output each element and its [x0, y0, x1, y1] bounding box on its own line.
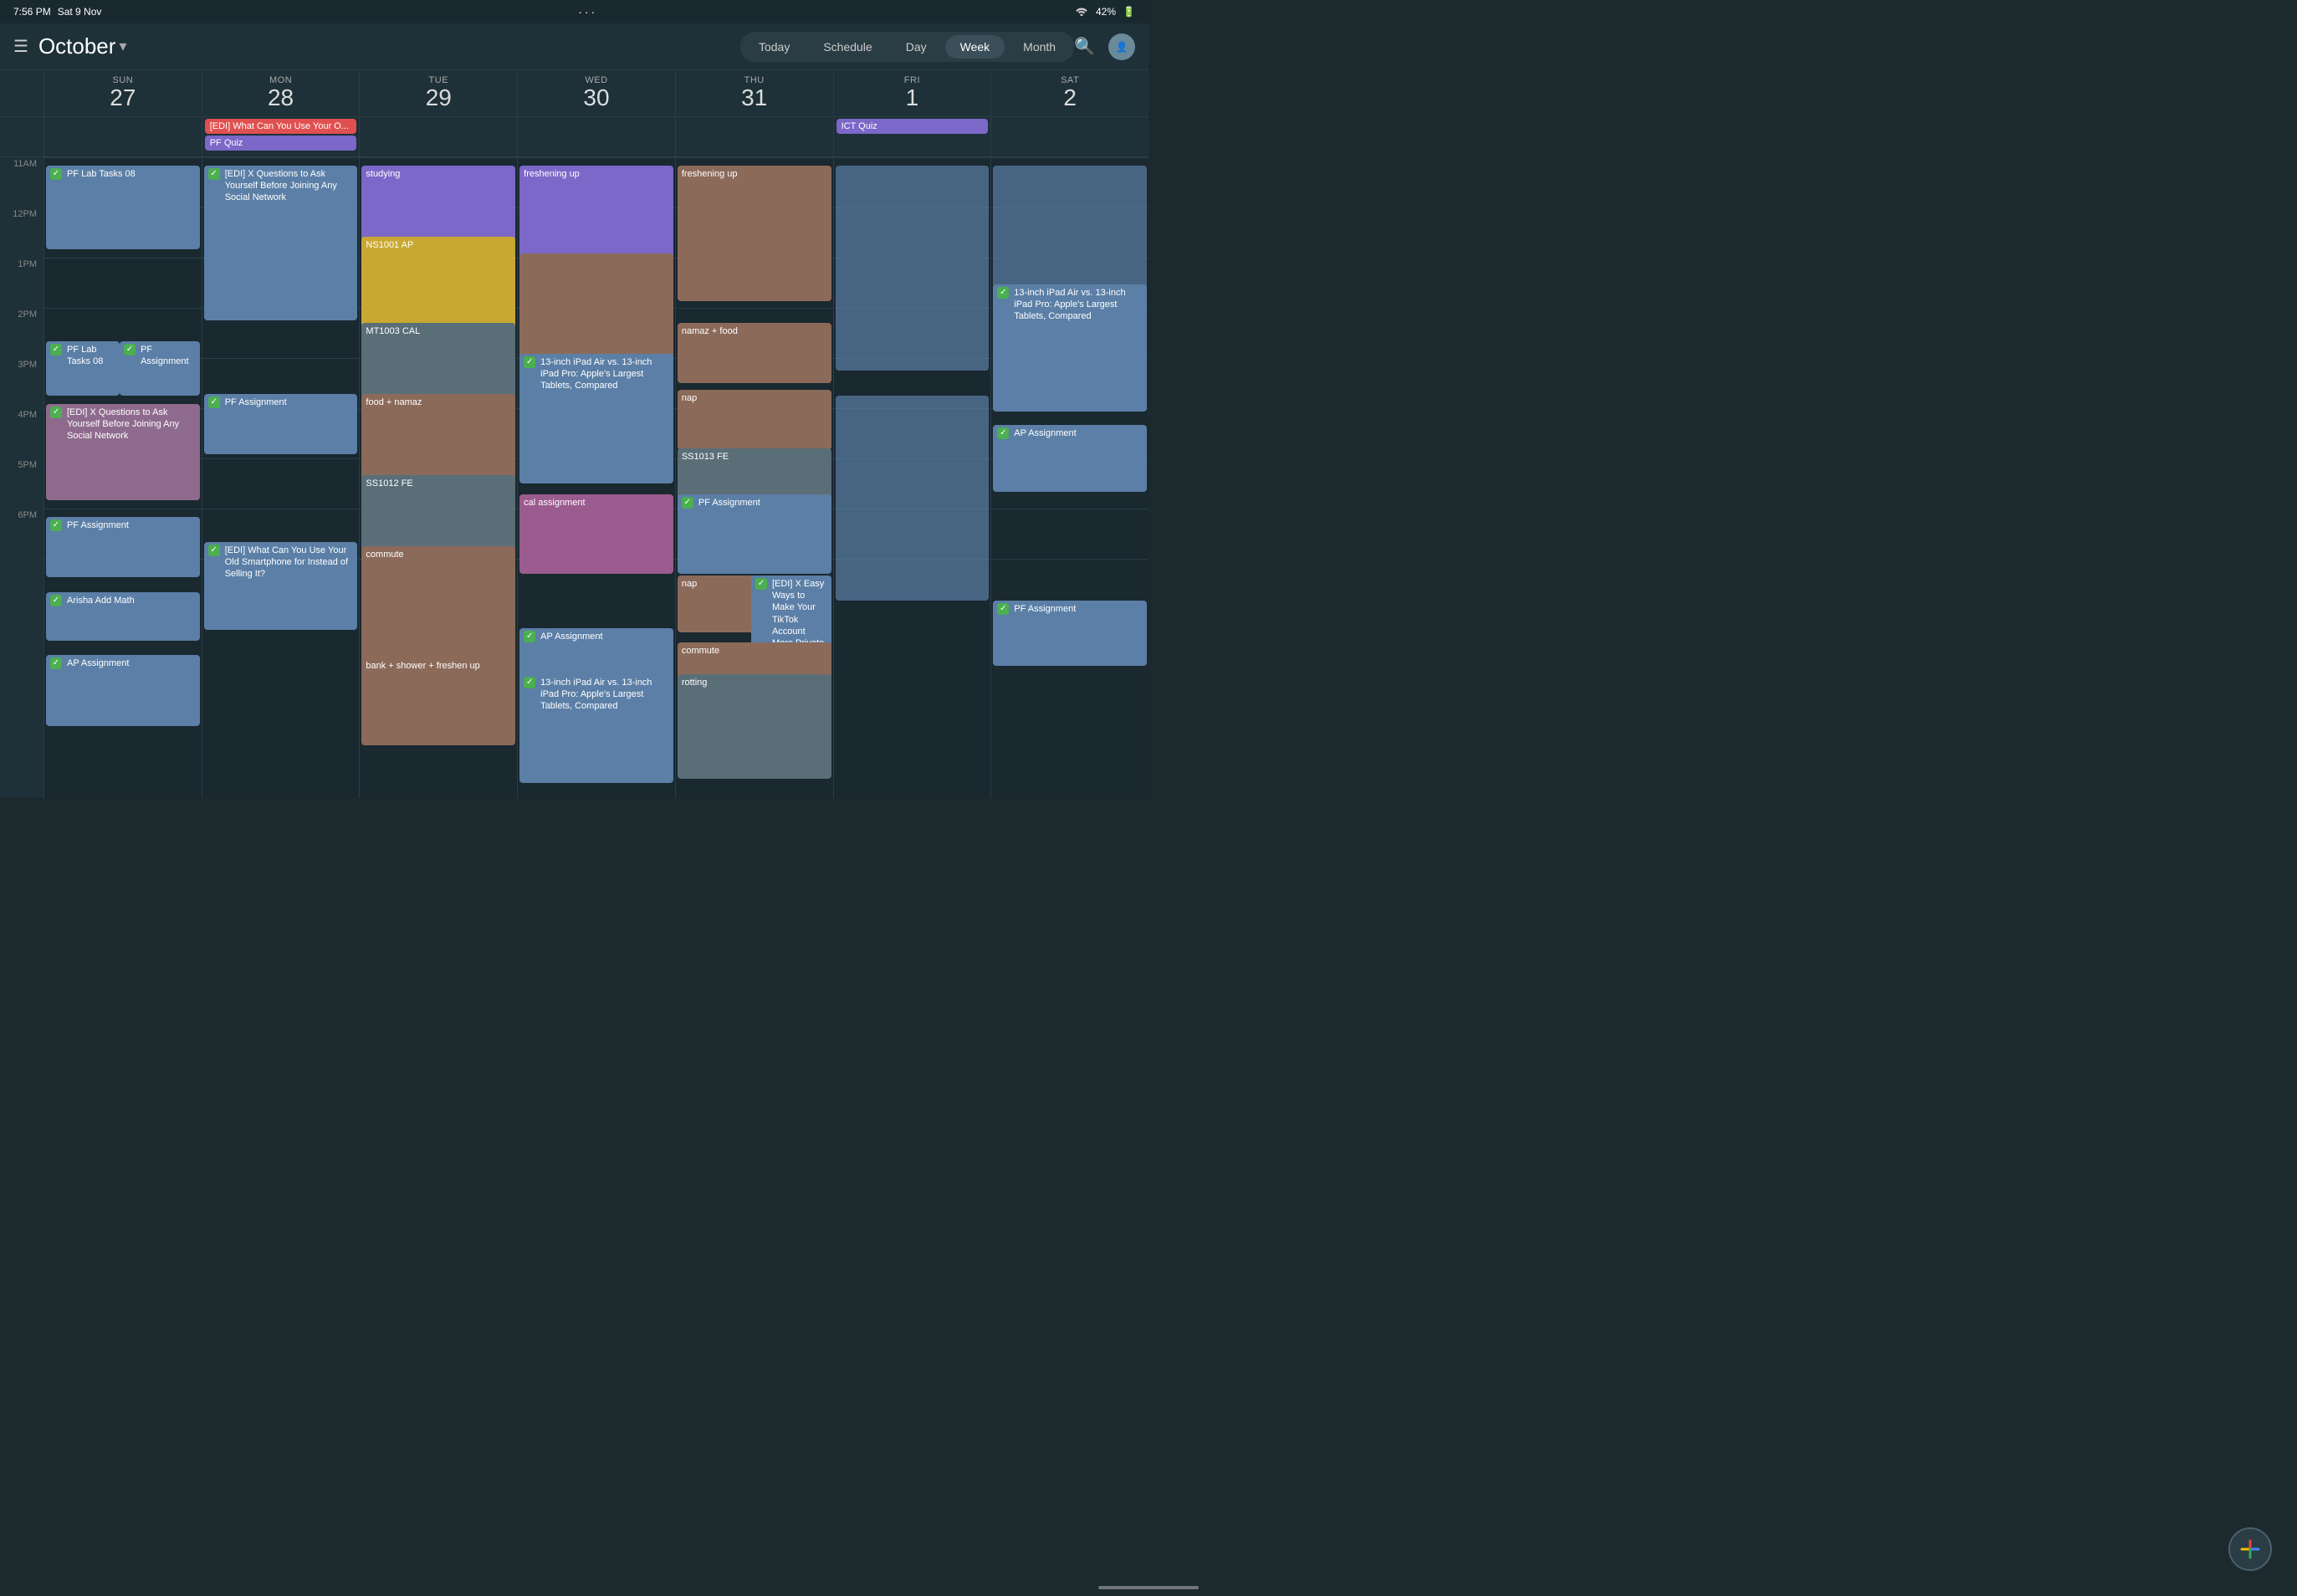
allday-mon: [EDI] What Can You Use Your O... PF Quiz — [202, 117, 360, 156]
event-mon-edi-what[interactable]: ✓[EDI] What Can You Use Your Old Smartph… — [204, 542, 358, 630]
allday-sun — [43, 117, 202, 156]
event-sun-pf-assignment-2[interactable]: ✓PF Assignment — [46, 517, 200, 577]
nav-schedule[interactable]: Schedule — [808, 35, 887, 59]
allday-row: [EDI] What Can You Use Your O... PF Quiz… — [0, 117, 1148, 157]
day-header-fri: FRI 1 — [833, 70, 991, 116]
event-tue-ss1012[interactable]: SS1012 FE — [361, 475, 515, 550]
day-header-wed: WED 30 — [517, 70, 675, 116]
time-6pm: 6PM — [0, 509, 43, 559]
allday-wed — [517, 117, 675, 156]
event-thu-pf-assignment[interactable]: ✓PF Assignment — [678, 494, 831, 574]
day-col-thu: freshening up namaz + food nap SS1013 FE… — [675, 157, 833, 798]
day-columns: ✓PF Lab Tasks 08 ✓PF Lab Tasks 08 ✓PF As… — [43, 157, 1148, 798]
time-4pm: 4PM — [0, 408, 43, 458]
menu-button[interactable]: ☰ — [13, 36, 28, 57]
nav-today[interactable]: Today — [744, 35, 805, 59]
allday-edi-what[interactable]: [EDI] What Can You Use Your O... — [205, 119, 357, 134]
event-mon-edi-questions[interactable]: ✓[EDI] X Questions to Ask Yourself Befor… — [204, 166, 358, 320]
day-col-tue: studying NS1001 AP MT1003 CAL food + nam… — [359, 157, 517, 798]
event-thu-nap1[interactable]: nap — [678, 390, 831, 450]
nav-week[interactable]: Week — [945, 35, 1005, 59]
event-thu-rotting[interactable]: rotting — [678, 674, 831, 779]
event-mon-pf-assignment[interactable]: ✓PF Assignment — [204, 394, 358, 454]
event-fri-block1[interactable] — [836, 166, 990, 371]
status-bar: 7:56 PM Sat 9 Nov ··· 42% 🔋 — [0, 0, 1148, 23]
nav-buttons: Today Schedule Day Week Month — [740, 32, 1074, 62]
time-7pm — [0, 559, 43, 609]
event-thu-freshening[interactable]: freshening up — [678, 166, 831, 301]
event-sun-pf-assignment-1[interactable]: ✓PF Assignment — [120, 341, 200, 396]
allday-sat — [990, 117, 1148, 156]
event-thu-namaz[interactable]: namaz + food — [678, 323, 831, 383]
event-sat-pf-assignment[interactable]: ✓PF Assignment — [993, 601, 1147, 666]
time-labels: 11AM 12PM 1PM 2PM 3PM 4PM 5PM 6PM — [0, 157, 43, 798]
status-day: Sat 9 Nov — [58, 6, 102, 18]
status-right: 42% 🔋 — [1074, 5, 1135, 18]
avatar[interactable]: 👤 — [1108, 33, 1135, 60]
event-sun-arisha[interactable]: ✓Arisha Add Math — [46, 592, 200, 641]
day-header-thu: THU 31 — [675, 70, 833, 116]
event-sun-edi-questions[interactable]: ✓[EDI] X Questions to Ask Yourself Befor… — [46, 404, 200, 500]
calendar-container: SUN 27 MON 28 TUE 29 WED 30 THU 31 FRI 1… — [0, 70, 1148, 798]
battery-text: 42% — [1096, 6, 1116, 18]
allday-thu — [675, 117, 833, 156]
event-sat-ipad[interactable]: ✓13-inch iPad Air vs. 13-inch iPad Pro: … — [993, 284, 1147, 412]
time-11am: 11AM — [0, 157, 43, 207]
status-time: 7:56 PM — [13, 6, 51, 18]
allday-pf-quiz[interactable]: PF Quiz — [205, 136, 357, 151]
header-left: ☰ October ▾ — [13, 33, 740, 59]
allday-tue — [359, 117, 517, 156]
allday-fri: ICT Quiz — [833, 117, 991, 156]
event-wed-ipad2[interactable]: ✓13-inch iPad Air vs. 13-inch iPad Pro: … — [519, 674, 673, 783]
day-header-sun: SUN 27 — [43, 70, 202, 116]
event-wed-cal-assignment[interactable]: cal assignment — [519, 494, 673, 574]
day-header-mon: MON 28 — [202, 70, 360, 116]
time-12pm: 12PM — [0, 207, 43, 258]
day-header-tue: TUE 29 — [359, 70, 517, 116]
time-grid: 11AM 12PM 1PM 2PM 3PM 4PM 5PM 6PM — [0, 157, 1148, 798]
event-sun-ap-assignment[interactable]: ✓AP Assignment — [46, 655, 200, 726]
fab-add-button[interactable] — [2228, 1527, 2272, 1571]
scrollbar-indicator — [1098, 1586, 1199, 1589]
search-icon[interactable]: 🔍 — [1074, 36, 1095, 57]
event-tue-bank[interactable]: bank + shower + freshen up — [361, 657, 515, 745]
time-5pm: 5PM — [0, 458, 43, 509]
event-sun-pf-lab-1[interactable]: ✓PF Lab Tasks 08 — [46, 166, 200, 249]
header-spacer — [0, 70, 43, 116]
time-3pm: 3PM — [0, 358, 43, 408]
event-sat-ap-assignment[interactable]: ✓AP Assignment — [993, 425, 1147, 492]
event-sun-pf-lab-2[interactable]: ✓PF Lab Tasks 08 — [46, 341, 120, 396]
battery-icon: 🔋 — [1123, 6, 1135, 18]
dropdown-icon: ▾ — [119, 38, 126, 55]
nav-month[interactable]: Month — [1008, 35, 1071, 59]
day-col-sat: ✓13-inch iPad Air vs. 13-inch iPad Pro: … — [990, 157, 1148, 798]
status-dots: ··· — [578, 5, 597, 18]
wifi-icon — [1074, 5, 1089, 18]
day-col-fri — [833, 157, 991, 798]
day-col-mon: ✓[EDI] X Questions to Ask Yourself Befor… — [202, 157, 360, 798]
day-header-sat: SAT 2 — [990, 70, 1148, 116]
month-title[interactable]: October ▾ — [38, 33, 127, 59]
day-col-wed: freshening up ✓13-inch iPad Air vs. 13-i… — [517, 157, 675, 798]
header-right: 🔍 👤 — [1074, 33, 1135, 60]
time-2pm: 2PM — [0, 308, 43, 358]
nav-day[interactable]: Day — [891, 35, 942, 59]
time-1pm: 1PM — [0, 258, 43, 308]
status-left: 7:56 PM Sat 9 Nov — [13, 6, 101, 18]
header: ☰ October ▾ Today Schedule Day Week Mont… — [0, 23, 1148, 70]
allday-ict-quiz[interactable]: ICT Quiz — [836, 119, 989, 134]
day-col-sun: ✓PF Lab Tasks 08 ✓PF Lab Tasks 08 ✓PF As… — [43, 157, 202, 798]
day-headers: SUN 27 MON 28 TUE 29 WED 30 THU 31 FRI 1… — [0, 70, 1148, 117]
event-wed-ipad[interactable]: ✓13-inch iPad Air vs. 13-inch iPad Pro: … — [519, 354, 673, 483]
allday-spacer — [0, 117, 43, 156]
event-fri-block2[interactable] — [836, 396, 990, 601]
